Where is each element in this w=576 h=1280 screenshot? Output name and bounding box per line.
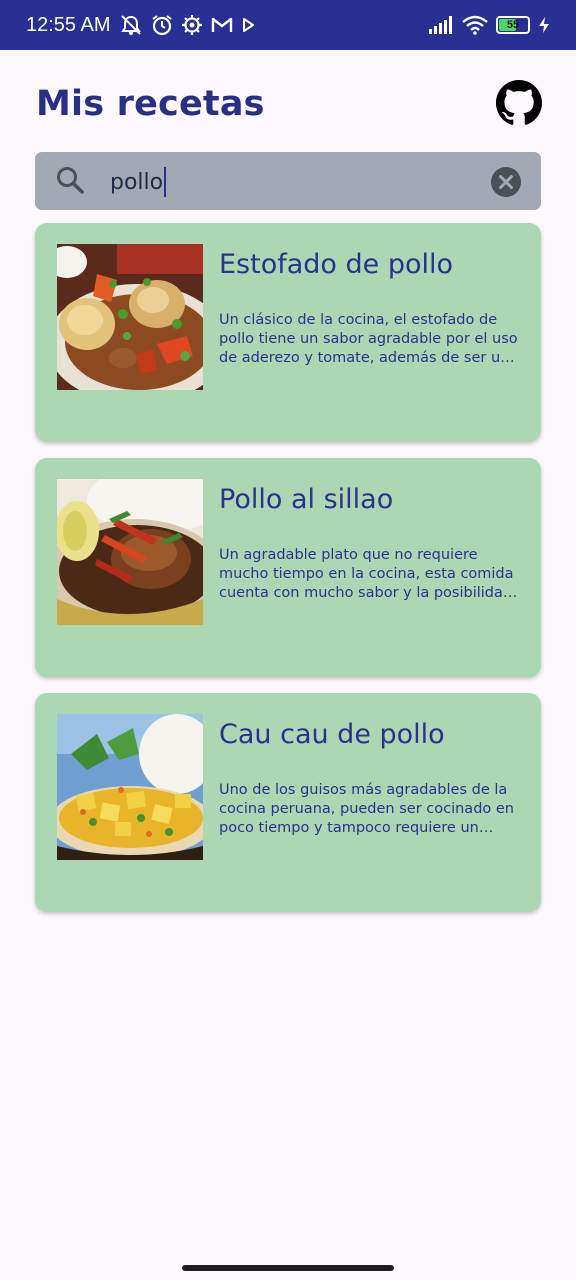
gmail-icon xyxy=(211,16,233,34)
battery-icon: 55 xyxy=(496,16,530,34)
muted-alarm-icon xyxy=(119,14,143,36)
status-bar: 12:55 AM 55 xyxy=(0,0,576,50)
battery-level: 55 xyxy=(506,19,520,31)
status-time: 12:55 AM xyxy=(26,13,111,36)
recipe-image xyxy=(57,244,203,390)
recipe-image xyxy=(57,479,203,625)
clear-search-button[interactable] xyxy=(490,166,522,198)
recipe-title: Estofado de pollo xyxy=(219,249,454,280)
recipe-description: Uno de los guisos más agradables de la c… xyxy=(219,782,514,836)
recipe-title: Cau cau de pollo xyxy=(219,719,445,750)
search-input-value: pollo xyxy=(110,169,164,195)
charging-icon xyxy=(538,16,550,34)
play-icon xyxy=(241,17,255,33)
alarm-clock-icon xyxy=(151,14,173,36)
page-title: Mis recetas xyxy=(36,84,265,124)
settings-icon xyxy=(181,14,203,36)
github-button[interactable] xyxy=(496,80,542,126)
recipe-card[interactable]: Pollo al sillao Un agradable plato que n… xyxy=(35,458,541,677)
recipe-description: Un agradable plato que no requiere mucho… xyxy=(219,547,514,601)
github-icon xyxy=(496,80,542,125)
recipe-card[interactable]: Cau cau de pollo Uno de los guisos más a… xyxy=(35,693,541,912)
recipe-card[interactable]: Estofado de pollo Un clásico de la cocin… xyxy=(35,223,541,442)
status-system-icons: 55 xyxy=(428,15,550,35)
home-indicator[interactable] xyxy=(182,1265,394,1271)
text-cursor xyxy=(164,167,167,197)
recipe-description: Un clásico de la cocina, el estofado de … xyxy=(219,312,518,366)
wifi-icon xyxy=(462,15,488,35)
search-icon xyxy=(54,164,86,196)
status-notification-icons xyxy=(119,14,255,36)
clear-icon xyxy=(491,167,521,197)
search-input[interactable]: pollo xyxy=(110,164,470,200)
signal-icon xyxy=(428,15,454,35)
recipe-title: Pollo al sillao xyxy=(219,484,394,515)
recipe-image xyxy=(57,714,203,860)
